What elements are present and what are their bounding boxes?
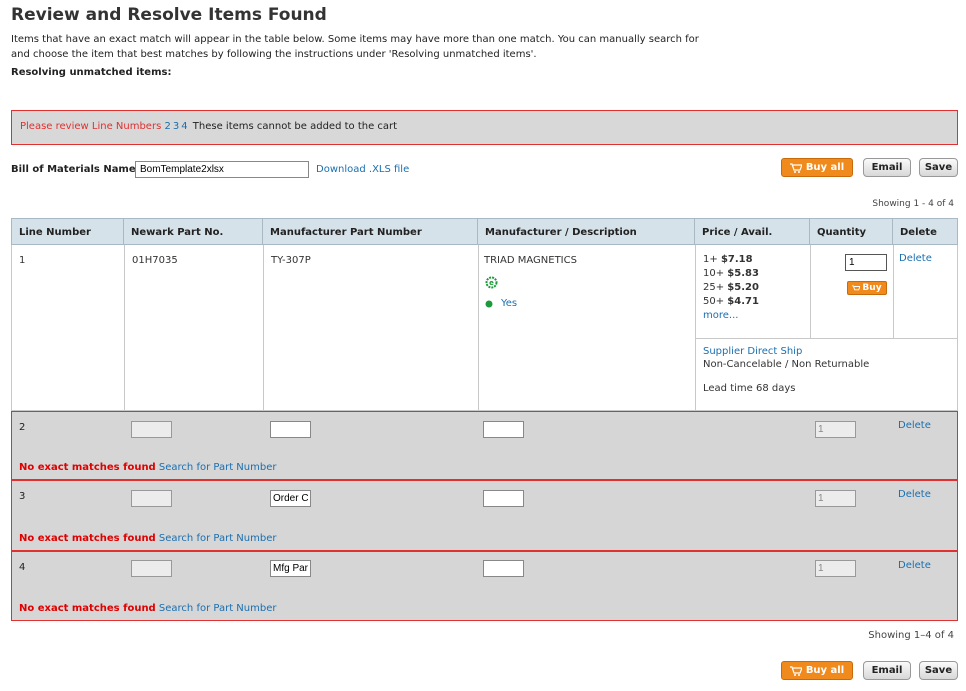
no-match-message: No exact matches found Search for Part N… — [19, 533, 276, 544]
buy-all-label: Buy all — [805, 665, 845, 676]
email-button[interactable]: Email — [863, 158, 911, 177]
manufacturer-cell: TRIAD MAGNETICS e Yes — [478, 245, 695, 410]
delete-link[interactable]: Delete — [898, 489, 931, 500]
col-header-newark: Newark Part No. — [123, 218, 263, 245]
newark-part-input[interactable] — [131, 421, 172, 438]
price-break: 10+ $5.83 — [703, 267, 803, 281]
table-row-unmatched: 3 Delete No exact matches found Search f… — [11, 480, 958, 551]
price-qty: 25+ — [703, 282, 725, 293]
cart-icon — [789, 162, 802, 173]
col-header-line: Line Number — [11, 218, 124, 245]
newark-part: 01H7035 — [124, 245, 263, 410]
price-qty: 50+ — [703, 296, 725, 307]
col-header-delete: Delete — [892, 218, 958, 245]
search-part-link[interactable]: Search for Part Number — [159, 533, 277, 544]
line-number: 3 — [19, 491, 26, 502]
buy-button[interactable]: Buy — [847, 281, 887, 295]
buy-all-button[interactable]: Buy all — [781, 158, 853, 177]
intro-text: Items that have an exact match will appe… — [11, 34, 699, 60]
page-title: Review and Resolve Items Found — [11, 5, 327, 25]
col-header-price: Price / Avail. — [694, 218, 810, 245]
shipping-cell: Supplier Direct Ship Non-Cancelable / No… — [695, 338, 958, 410]
mfr-part: TY-307P — [263, 245, 478, 410]
no-match-label: No exact matches found — [19, 603, 156, 614]
bom-name-label: Bill of Materials Name — [11, 164, 136, 175]
quantity-input[interactable] — [815, 421, 856, 438]
description-input[interactable] — [483, 421, 524, 438]
cart-icon — [789, 665, 802, 676]
showing-count-bottom: Showing 1–4 of 4 — [868, 630, 954, 641]
save-button[interactable]: Save — [919, 158, 958, 177]
delete-link[interactable]: Delete — [898, 420, 931, 431]
buy-label: Buy — [862, 283, 882, 293]
table-row-unmatched: 4 Delete No exact matches found Search f… — [11, 551, 958, 621]
line-number: 1 — [19, 255, 26, 266]
more-prices-link[interactable]: more... — [703, 310, 738, 321]
download-xls-link[interactable]: Download .XLS file — [316, 164, 409, 175]
price-value: $5.20 — [727, 282, 759, 293]
rohs-icon: e — [485, 276, 498, 289]
table-row-unmatched: 2 Delete No exact matches found Search f… — [11, 411, 958, 480]
lead-time: Lead time 68 days — [703, 383, 796, 394]
price-qty: 1+ — [703, 254, 718, 265]
col-header-quantity: Quantity — [809, 218, 893, 245]
price-break: 1+ $7.18 — [703, 253, 803, 267]
newark-part-input[interactable] — [131, 490, 172, 507]
alert-prefix: Please review Line Numbers — [20, 121, 162, 132]
description-input[interactable] — [483, 490, 524, 507]
supplier-direct-ship-link[interactable]: Supplier Direct Ship — [703, 346, 802, 357]
quantity-cell: Buy — [810, 245, 893, 338]
resolving-label: Resolving unmatched items: — [11, 67, 172, 78]
price-break: 50+ $4.71 — [703, 295, 803, 309]
price-cell: 1+ $7.18 10+ $5.83 25+ $5.20 50+ $4.71 m… — [695, 245, 810, 338]
review-alert: Please review Line Numbers 234 These ite… — [11, 110, 958, 145]
alert-line-link[interactable]: 3 — [173, 121, 179, 132]
in-stock-dot-icon — [485, 300, 493, 308]
delete-cell: Delete — [893, 245, 958, 338]
col-header-manufacturer: Manufacturer / Description — [477, 218, 695, 245]
bom-table: Line Number Newark Part No. Manufacturer… — [11, 218, 958, 622]
col-header-mfr-part: Manufacturer Part Number — [262, 218, 478, 245]
line-number: 4 — [19, 562, 26, 573]
buy-all-button[interactable]: Buy all — [781, 661, 853, 680]
delete-link[interactable]: Delete — [899, 253, 932, 264]
bom-name-input[interactable] — [135, 161, 309, 178]
quantity-input[interactable] — [815, 560, 856, 577]
search-part-link[interactable]: Search for Part Number — [159, 603, 277, 614]
description-input[interactable] — [483, 560, 524, 577]
quantity-input[interactable] — [815, 490, 856, 507]
alert-line-link[interactable]: 4 — [181, 121, 187, 132]
price-value: $7.18 — [720, 254, 753, 265]
email-button[interactable]: Email — [863, 661, 911, 680]
no-match-message: No exact matches found Search for Part N… — [19, 603, 276, 614]
price-value: $5.83 — [727, 268, 759, 279]
search-part-link[interactable]: Search for Part Number — [159, 462, 277, 473]
non-cancelable-note: Non-Cancelable / Non Returnable — [703, 359, 870, 370]
alert-line-link[interactable]: 2 — [164, 121, 170, 132]
line-number: 2 — [19, 422, 26, 433]
cart-icon — [852, 284, 861, 290]
no-match-message: No exact matches found Search for Part N… — [19, 462, 276, 473]
table-row: 1 01H7035 TY-307P TRIAD MAGNETICS e Yes … — [11, 245, 958, 411]
price-break: 25+ $5.20 — [703, 281, 803, 295]
buy-all-label: Buy all — [805, 162, 845, 173]
alert-suffix: These items cannot be added to the cart — [192, 121, 398, 132]
no-match-label: No exact matches found — [19, 462, 156, 473]
mfr-part-input[interactable] — [270, 560, 311, 577]
svg-text:e: e — [489, 279, 494, 287]
price-value: $4.71 — [727, 296, 759, 307]
rohs-status[interactable]: Yes — [501, 298, 517, 309]
save-button[interactable]: Save — [919, 661, 958, 680]
mfr-part-input[interactable] — [270, 490, 311, 507]
manufacturer-name: TRIAD MAGNETICS — [484, 255, 577, 266]
newark-part-input[interactable] — [131, 560, 172, 577]
showing-count: Showing 1 - 4 of 4 — [872, 199, 954, 209]
quantity-input[interactable] — [845, 254, 887, 271]
delete-link[interactable]: Delete — [898, 560, 931, 571]
no-match-label: No exact matches found — [19, 533, 156, 544]
price-qty: 10+ — [703, 268, 725, 279]
mfr-part-input[interactable] — [270, 421, 311, 438]
